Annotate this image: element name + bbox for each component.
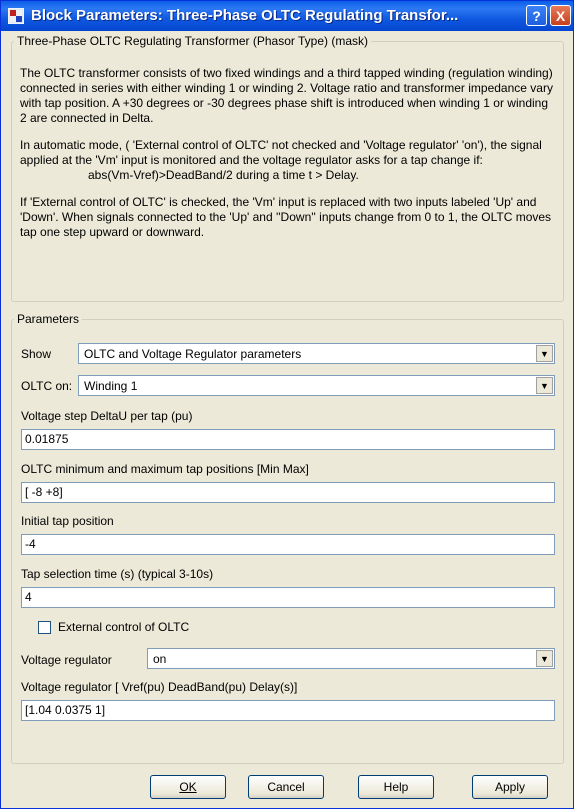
help-button-label: Help: [383, 780, 409, 794]
help-button[interactable]: Help: [358, 775, 434, 799]
voltage-regulator-select-value: on: [153, 652, 167, 666]
apply-button-label: Apply: [494, 780, 526, 794]
voltage-step-label: Voltage step DeltaU per tap (pu): [21, 409, 193, 423]
voltage-regulator-select[interactable]: on ▼: [147, 648, 555, 669]
apply-button[interactable]: Apply: [472, 775, 548, 799]
close-icon: X: [555, 7, 566, 24]
regulator-params-input[interactable]: [1.04 0.0375 1]: [21, 700, 555, 721]
cancel-button-label: Cancel: [267, 780, 305, 794]
voltage-step-input[interactable]: 0.01875: [21, 429, 555, 450]
external-control-label[interactable]: External control of OLTC: [58, 620, 189, 634]
ok-button-label: OK: [179, 780, 197, 794]
question-icon: ?: [532, 7, 541, 24]
close-button[interactable]: X: [550, 5, 571, 26]
show-select[interactable]: OLTC and Voltage Regulator parameters ▼: [78, 343, 555, 364]
chevron-down-icon[interactable]: ▼: [536, 650, 553, 667]
initial-tap-input[interactable]: -4: [21, 534, 555, 555]
oltc-on-label: OLTC on:: [21, 379, 73, 393]
initial-tap-label: Initial tap position: [21, 514, 114, 528]
voltage-regulator-label: Voltage regulator: [21, 653, 112, 667]
tap-time-input[interactable]: 4: [21, 587, 555, 608]
description-paragraph-2: In automatic mode, ( 'External control o…: [20, 138, 554, 183]
chevron-down-icon[interactable]: ▼: [536, 345, 553, 362]
show-label: Show: [21, 347, 52, 361]
tap-positions-label: OLTC minimum and maximum tap positions […: [21, 462, 309, 476]
ok-button[interactable]: OK: [150, 775, 226, 799]
help-title-button[interactable]: ?: [526, 5, 547, 26]
regulator-params-label: Voltage regulator [ Vref(pu) DeadBand(pu…: [21, 680, 298, 694]
oltc-on-select[interactable]: Winding 1 ▼: [78, 375, 555, 396]
window-title: Block Parameters: Three-Phase OLTC Regul…: [31, 7, 459, 24]
description-paragraph-3: If 'External control of OLTC' is checked…: [20, 195, 552, 239]
description-legend: Three-Phase OLTC Regulating Transformer …: [17, 34, 369, 48]
parameters-legend: Parameters: [17, 312, 80, 326]
description-paragraph-1: The OLTC transformer consists of two fix…: [20, 66, 553, 125]
description-text: The OLTC transformer consists of two fix…: [20, 66, 554, 252]
cancel-button[interactable]: Cancel: [248, 775, 324, 799]
description-paragraph-2-text: In automatic mode, ( 'External control o…: [20, 138, 542, 167]
simulink-block-icon: [8, 8, 24, 24]
external-control-checkbox[interactable]: [38, 621, 51, 634]
tap-time-label: Tap selection time (s) (typical 3-10s): [21, 567, 214, 581]
chevron-down-icon[interactable]: ▼: [536, 377, 553, 394]
description-formula: abs(Vm-Vref)>DeadBand/2 during a time t …: [88, 168, 359, 182]
tap-positions-input[interactable]: [ -8 +8]: [21, 482, 555, 503]
block-parameters-dialog: Block Parameters: Three-Phase OLTC Regul…: [0, 0, 574, 809]
description-group: Three-Phase OLTC Regulating Transformer …: [11, 34, 564, 302]
title-bar[interactable]: Block Parameters: Three-Phase OLTC Regul…: [1, 1, 573, 31]
show-select-value: OLTC and Voltage Regulator parameters: [84, 347, 302, 361]
oltc-on-select-value: Winding 1: [84, 379, 138, 393]
